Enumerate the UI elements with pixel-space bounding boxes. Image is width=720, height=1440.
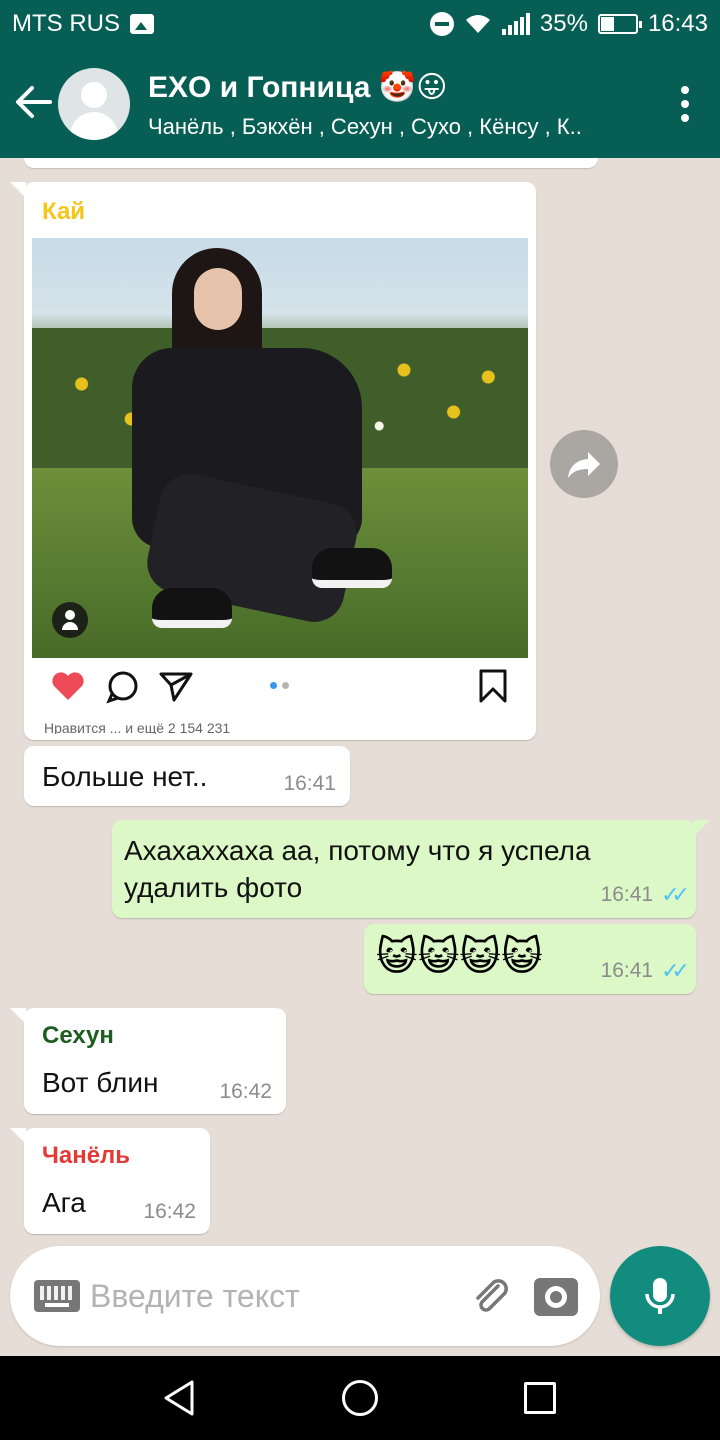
message-text: Вот блин [42,1067,159,1098]
message-image-kai[interactable]: Кай Нравится ... и ещё 2 154 231 [10,182,536,740]
keyboard-icon[interactable] [34,1280,80,1312]
message-meta: 16:41 ✓✓ [600,958,690,984]
status-right: 35% 16:43 [429,10,708,38]
double-check-icon: ✓✓ [661,958,690,983]
microphone-icon [645,1278,675,1314]
arrow-left-icon[interactable] [14,84,54,120]
double-check-icon: ✓✓ [661,882,690,907]
status-left: MTS RUS [12,10,154,38]
wifi-icon [465,15,490,33]
system-nav-bar [0,1356,720,1440]
message-time: 16:41 [600,883,654,906]
heart-icon[interactable] [50,670,86,702]
message-meta: 16:41 ✓✓ [600,882,690,908]
paperclip-icon[interactable] [468,1274,512,1318]
chat-header[interactable]: EXO и Гопница 🤡😛 Чанёль , Бэкхён , Сехун… [0,48,720,158]
message-incoming-chanyeol[interactable]: Чанёль Ага 16:42 [10,1128,210,1234]
previous-message-bubble [24,158,598,168]
message-input-bar[interactable]: Введите текст [10,1246,600,1346]
post-likes-strip: Нравится ... и ещё 2 154 231 [44,720,231,734]
sender-name: Сехун [42,1022,114,1049]
gallery-notification-icon [130,14,154,34]
avatar-head [81,82,107,108]
message-incoming[interactable]: Больше нет.. 16:41 [24,746,350,806]
message-text: Ахахаххаха аа, потому что я успела удали… [124,835,591,903]
photo-shoe-left [152,588,232,628]
post-action-bar [32,658,528,718]
bookmark-icon[interactable] [478,668,508,704]
message-outgoing-emoji[interactable]: 😺😺😺😺 16:41 ✓✓ [364,924,696,994]
message-text: Ага [42,1187,86,1218]
photo-person-face [194,268,242,330]
battery-fill [600,17,614,31]
microphone-button[interactable] [610,1246,710,1346]
message-meta: 16:41 [283,772,336,796]
message-incoming-sehun[interactable]: Сехун Вот блин 16:42 [10,1008,286,1114]
nav-back-icon[interactable] [160,1378,200,1418]
message-time: 16:41 [600,959,654,982]
do-not-disturb-icon [429,12,454,36]
forward-arrow-glyph [568,452,600,478]
message-emoji: 😺😺😺😺 [376,934,543,980]
carousel-dots [270,682,292,690]
more-vert-icon[interactable] [680,86,690,122]
shared-photo[interactable] [32,238,528,658]
message-time: 16:42 [219,1080,272,1103]
paper-plane-icon[interactable] [158,670,194,702]
nav-home-icon[interactable] [342,1380,378,1416]
sender-name: Чанёль [42,1142,131,1169]
user-tag-icon[interactable] [52,602,88,638]
camera-icon[interactable] [534,1278,578,1316]
message-text: Больше нет.. [42,761,208,792]
avatar-body [70,112,118,140]
battery-icon [597,14,642,34]
chat-title[interactable]: EXO и Гопница 🤡😛 [148,70,447,105]
message-outgoing[interactable]: Ахахаххаха аа, потому что я успела удали… [112,820,710,918]
message-input[interactable]: Введите текст [90,1278,300,1315]
message-time: 16:42 [143,1200,196,1223]
group-avatar[interactable] [58,68,130,140]
status-bar: MTS RUS 35% 16:43 [0,0,720,48]
message-meta: 16:42 [143,1200,196,1224]
nav-recents-icon[interactable] [524,1382,556,1414]
comment-icon[interactable] [106,670,140,704]
message-time: 16:41 [283,772,336,795]
chat-participants[interactable]: Чанёль , Бэкхён , Сехун , Сухо , Кёнсу ,… [148,114,618,140]
chat-area[interactable]: Кай Нравится ... и ещё 2 154 231 Больше … [0,158,720,1356]
battery-percent: 35% [539,10,588,37]
carrier-label: MTS RUS [12,10,120,37]
photo-shoe-right [312,548,392,588]
cell-signal-icon [501,13,530,35]
clock: 16:43 [647,10,708,37]
message-meta: 16:42 [219,1080,272,1104]
sender-name: Кай [42,198,86,225]
share-forward-icon[interactable] [550,430,618,498]
